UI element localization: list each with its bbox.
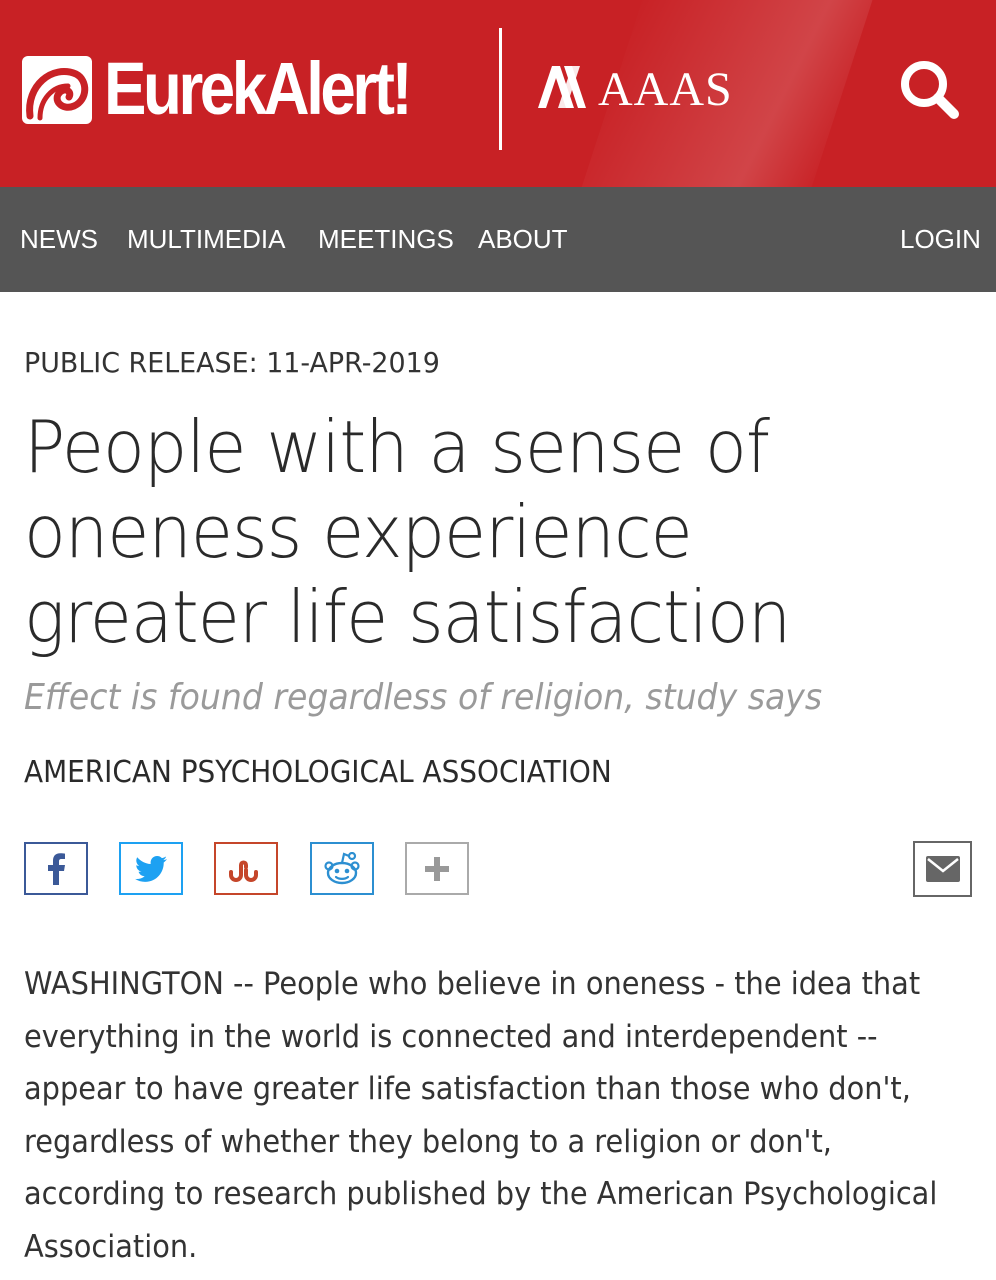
body-line: according to research published by the A…: [24, 1176, 938, 1213]
search-icon: [901, 61, 959, 119]
nav-item-news[interactable]: NEWS: [20, 223, 98, 255]
header-divider: [499, 28, 502, 150]
aaas-logo-icon[interactable]: [538, 66, 598, 108]
subheadline: Effect is found regardless of religion, …: [24, 677, 823, 718]
main-nav: NEWS MULTIMEDIA MEETINGS ABOUT LOGIN: [0, 187, 996, 292]
share-more-button[interactable]: [405, 842, 469, 895]
article-body: WASHINGTON -- People who believe in onen…: [24, 958, 974, 1274]
search-button[interactable]: [898, 58, 962, 122]
nav-item-about[interactable]: ABOUT: [478, 223, 568, 255]
share-twitter-button[interactable]: [119, 842, 183, 895]
email-icon: [925, 856, 960, 882]
plus-icon: [425, 856, 449, 881]
eurekalert-logo-text[interactable]: EurekAlert!: [104, 46, 413, 132]
share-email-button[interactable]: [913, 841, 972, 897]
body-line: regardless of whether they belong to a r…: [24, 1123, 832, 1160]
headline-line: People with a sense of: [24, 405, 770, 489]
login-link[interactable]: LOGIN: [900, 223, 981, 255]
nav-item-multimedia[interactable]: MULTIMEDIA: [127, 223, 285, 255]
headline-line: oneness experience: [24, 490, 693, 574]
share-stumbleupon-button[interactable]: [214, 842, 278, 895]
body-line: everything in the world is connected and…: [24, 1018, 878, 1055]
share-facebook-button[interactable]: [24, 842, 88, 895]
site-header: EurekAlert! AAAS: [0, 0, 996, 187]
headline-line: greater life satisfaction: [24, 575, 791, 659]
page-title: People with a sense of oneness experienc…: [24, 405, 924, 660]
share-reddit-button[interactable]: [310, 842, 374, 895]
reddit-icon: [324, 851, 360, 884]
aaas-logo-text[interactable]: AAAS: [598, 62, 733, 118]
body-line: WASHINGTON -- People who believe in onen…: [24, 966, 921, 1002]
nav-item-meetings[interactable]: MEETINGS: [318, 223, 454, 255]
stumbleupon-icon: [229, 859, 258, 882]
eurekalert-logo-icon[interactable]: [22, 56, 92, 124]
release-date: PUBLIC RELEASE: 11-APR-2019: [24, 346, 440, 379]
body-line: appear to have greater life satisfaction…: [24, 1071, 911, 1108]
twitter-icon: [135, 855, 167, 882]
facebook-icon: [48, 852, 65, 885]
source-organization: AMERICAN PSYCHOLOGICAL ASSOCIATION: [24, 755, 612, 790]
body-line: Association.: [24, 1228, 198, 1265]
